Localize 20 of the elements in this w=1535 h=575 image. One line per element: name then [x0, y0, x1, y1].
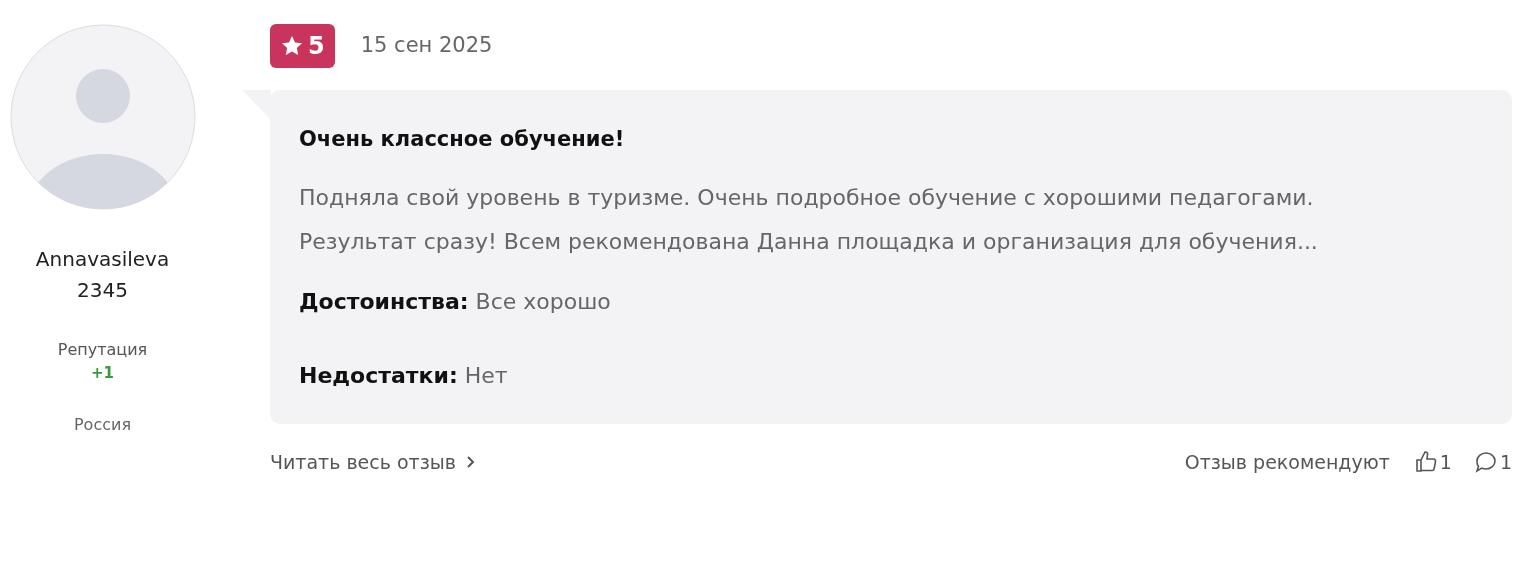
- recommend-label: Отзыв рекомендуют: [1184, 449, 1390, 475]
- comment-icon: [1473, 449, 1498, 474]
- pros-label: Достоинства:: [299, 288, 469, 314]
- reputation-label: Репутация: [57, 339, 148, 361]
- thumbs-up-icon: [1413, 449, 1438, 474]
- star-icon: [280, 34, 304, 58]
- author-name[interactable]: Annavasileva 2345: [35, 244, 170, 306]
- cons-text: Нет: [464, 362, 508, 388]
- like-button[interactable]: 1: [1413, 447, 1452, 476]
- rating-value: 5: [308, 31, 325, 62]
- review-text: Подняла свой уровень в туризме. Очень подробное обучение с хорошими педагогами. Результат сразу! Всем рекомендована Данна площадка и организация для обучения...: [299, 183, 1319, 256]
- comment-button[interactable]: 1: [1473, 447, 1512, 476]
- author-country: Россия: [73, 413, 132, 436]
- pros-text: Все хорошо: [475, 288, 611, 314]
- read-more-link[interactable]: Читать весь отзыв: [270, 447, 476, 476]
- review-title: Очень классное обучение!: [299, 126, 626, 153]
- chevron-icon: [465, 454, 476, 469]
- cons-label: Недостатки:: [299, 362, 458, 388]
- reputation-value: +1: [91, 363, 114, 384]
- review-date: 15 сен 2025: [360, 32, 493, 60]
